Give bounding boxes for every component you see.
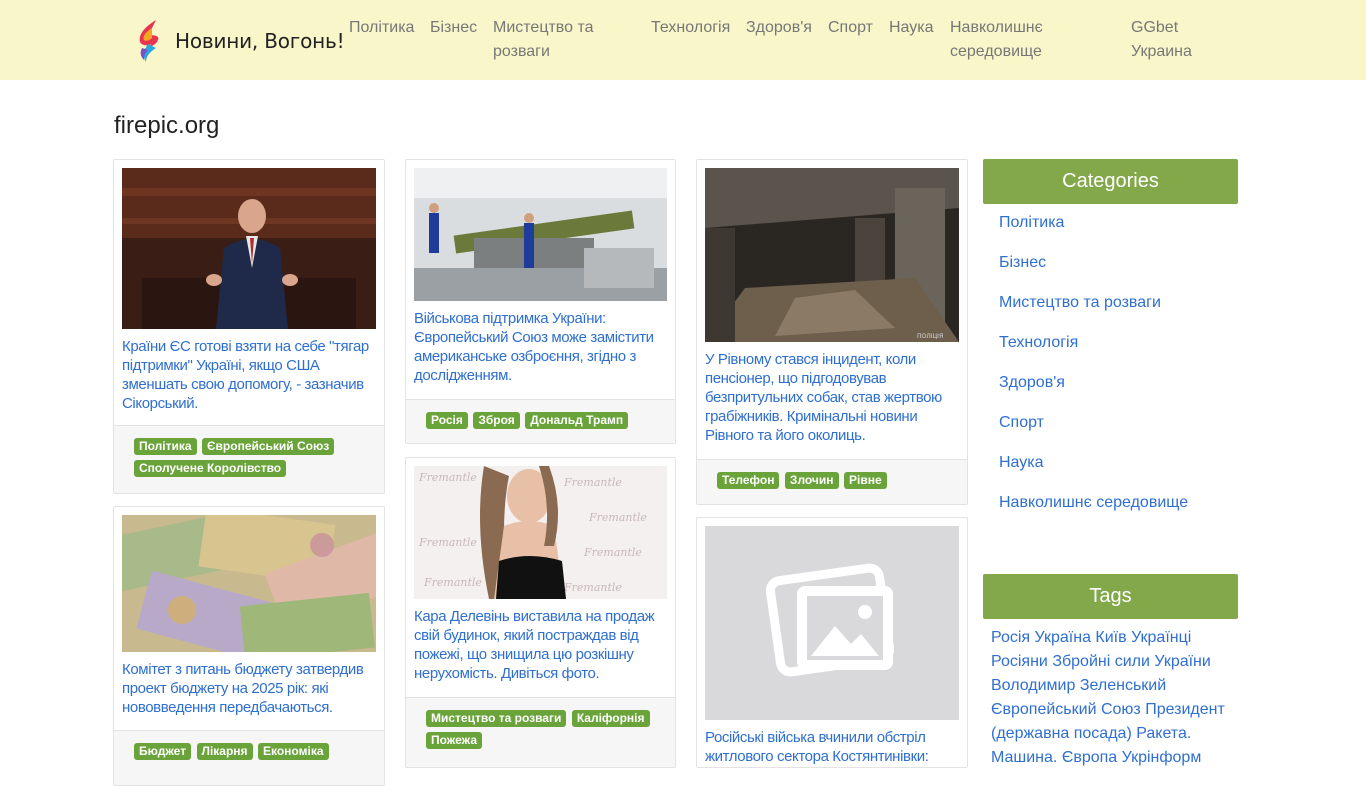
tag-badge[interactable]: Пожежа [426, 732, 482, 749]
category-link-science[interactable]: Наука [999, 454, 1044, 472]
article-card: Військова підтримка України: Європейськи… [405, 159, 676, 444]
tag-badge[interactable]: Сполучене Королівство [134, 460, 287, 477]
article-image[interactable] [122, 168, 376, 329]
tag-cloud-link[interactable]: Машина. [991, 749, 1057, 766]
tag-cloud-link[interactable]: Володимир Зеленський [991, 677, 1166, 694]
tag-cloud-link[interactable]: Росіяни [991, 653, 1048, 670]
nav-item-environment[interactable]: Навколишнє середовище [950, 16, 1070, 64]
svg-text:Fremantle: Fremantle [583, 546, 642, 559]
nav-item-health[interactable]: Здоров'я [746, 16, 812, 40]
article-card: Комітет з питань бюджету затвердив проек… [113, 506, 385, 786]
svg-text:ПОЛІЦІЯ: ПОЛІЦІЯ [917, 333, 943, 340]
tag-cloud: Росія Україна Київ Українці Росіяни Збро… [991, 626, 1236, 770]
tags-heading: Tags [983, 574, 1238, 619]
tag-badge[interactable]: Рівне [843, 472, 887, 489]
nav-item-arts[interactable]: Мистецтво та розваги [493, 16, 633, 64]
article-card: ПОЛІЦІЯ У Рівному стався інцидент, коли … [696, 159, 968, 505]
svg-text:Fremantle: Fremantle [588, 511, 647, 524]
tag-cloud-link[interactable]: Українці [1131, 629, 1191, 646]
tag-cloud-link[interactable]: Укрінформ [1122, 749, 1202, 766]
article-image[interactable]: ПОЛІЦІЯ [705, 168, 959, 342]
nav-item-politics[interactable]: Політика [349, 16, 414, 40]
flame-logo-icon [139, 20, 159, 62]
svg-text:Fremantle: Fremantle [418, 536, 477, 549]
nav-item-technology[interactable]: Технологія [651, 16, 730, 40]
tag-badge[interactable]: Каліфорнія [571, 710, 650, 727]
tag-cloud-link[interactable]: Європейський Союз [991, 701, 1141, 718]
article-image-placeholder[interactable] [705, 526, 959, 720]
svg-text:Fremantle: Fremantle [563, 581, 622, 594]
brand-link[interactable]: Новини, Вогонь! [134, 17, 345, 65]
tag-badge[interactable]: Економіка [258, 743, 329, 760]
tag-badge[interactable]: Злочин [784, 472, 839, 489]
svg-text:Fremantle: Fremantle [563, 476, 622, 489]
article-card: Країни ЄС готові взяти на себе "тягар пі… [113, 159, 385, 494]
nav-item-sport[interactable]: Спорт [828, 16, 873, 40]
article-image[interactable] [122, 515, 376, 652]
tag-badge[interactable]: Росія [426, 412, 468, 429]
category-link-politics[interactable]: Політика [999, 214, 1064, 232]
tag-badge[interactable]: Політика [134, 438, 197, 455]
category-link-business[interactable]: Бізнес [999, 254, 1046, 272]
category-link-technology[interactable]: Технологія [999, 334, 1078, 352]
page-title: firepic.org [114, 112, 220, 139]
tag-cloud-link[interactable]: Збройні сили України [1052, 653, 1211, 670]
svg-text:Fremantle: Fremantle [418, 471, 477, 484]
tag-cloud-link[interactable]: Київ [1095, 629, 1126, 646]
tag-cloud-link[interactable]: Україна [1035, 629, 1091, 646]
article-headline[interactable]: Країни ЄС готові взяти на себе "тягар пі… [122, 337, 376, 413]
article-headline[interactable]: Військова підтримка України: Європейськи… [414, 309, 668, 385]
image-placeholder-icon [705, 526, 959, 720]
svg-text:Fremantle: Fremantle [423, 576, 482, 589]
article-image[interactable]: Fremantle Fremantle Fremantle Fremantle Fr… [414, 466, 667, 599]
article-tags: Політика Європейський Союз Сполучене Кор… [114, 425, 384, 493]
top-navbar: Новини, Вогонь! Політика Бізнес Мистецтв… [0, 0, 1366, 80]
category-link-arts[interactable]: Мистецтво та розваги [999, 294, 1161, 312]
article-tags: Бюджет Лікарня Економіка [114, 730, 384, 785]
tag-badge[interactable]: Дональд Трамп [525, 412, 629, 429]
tag-badge[interactable]: Телефон [717, 472, 780, 489]
article-image[interactable] [414, 168, 667, 301]
article-tags: Телефон Злочин Рівне [697, 459, 967, 504]
article-tags: Росія Зброя Дональд Трамп [406, 399, 675, 443]
article-card: Російські війська вчинили обстріл житлов… [696, 517, 968, 768]
tag-cloud-link[interactable]: Ракета. [1136, 725, 1191, 742]
brand-name: Новини, Вогонь! [175, 29, 345, 53]
nav-item-science[interactable]: Наука [889, 16, 934, 40]
tag-badge[interactable]: Лікарня [196, 743, 253, 760]
category-link-health[interactable]: Здоров'я [999, 374, 1065, 392]
tag-cloud-link[interactable]: Європа [1062, 749, 1117, 766]
tag-badge[interactable]: Європейський Союз [202, 438, 335, 455]
article-headline[interactable]: Російські війська вчинили обстріл житлов… [705, 728, 959, 766]
tag-badge[interactable]: Мистецтво та розваги [426, 710, 567, 727]
categories-heading: Categories [983, 159, 1238, 204]
tag-badge[interactable]: Бюджет [134, 743, 192, 760]
article-headline[interactable]: Кара Делевінь виставила на продаж свій б… [414, 607, 668, 683]
article-tags: Мистецтво та розваги Каліфорнія Пожежа [406, 697, 675, 767]
tag-badge[interactable]: Зброя [473, 412, 520, 429]
tag-cloud-link[interactable]: Росія [991, 629, 1030, 646]
category-link-sport[interactable]: Спорт [999, 414, 1044, 432]
article-headline[interactable]: Комітет з питань бюджету затвердив проек… [122, 660, 376, 717]
article-card: Fremantle Fremantle Fremantle Fremantle Fr… [405, 457, 676, 768]
category-link-environment[interactable]: Навколишнє середовище [999, 494, 1188, 512]
nav-item-ggbet[interactable]: GGbet Украина [1131, 16, 1206, 64]
nav-item-business[interactable]: Бізнес [430, 16, 477, 40]
article-headline[interactable]: У Рівному стався інцидент, коли пенсіоне… [705, 350, 959, 445]
